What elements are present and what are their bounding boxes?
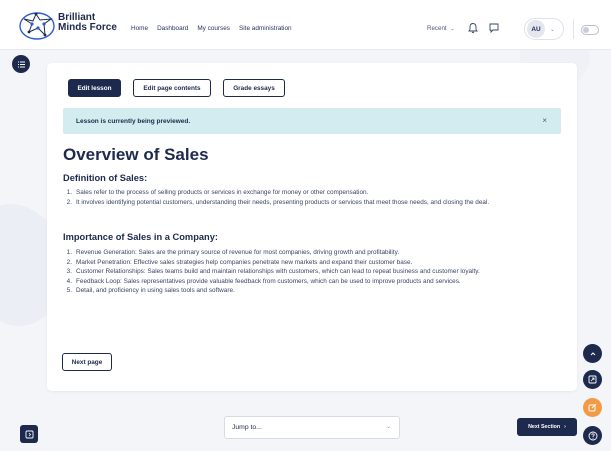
next-section-label: Next Section [528, 424, 561, 430]
close-icon[interactable]: × [542, 116, 547, 125]
list-item: 2. Market Penetration: Effective sales st… [66, 258, 413, 266]
importance-list: 1. Revenue Generation: Sales are the prim… [63, 248, 549, 296]
chevron-down-icon: ⌄ [550, 26, 556, 33]
nav-site-administration[interactable]: Site administration [239, 25, 292, 32]
list-item: 1. Sales refer to the process of selling … [66, 189, 369, 196]
nav-my-courses[interactable]: My courses [197, 25, 230, 32]
chevron-down-icon: ⌄ [385, 424, 391, 430]
page-title: Overview of Sales [63, 145, 209, 164]
jump-to-value: Jump to... [232, 424, 262, 431]
edit-page-contents-button[interactable]: Edit page contents [133, 79, 211, 97]
fullscreen-button[interactable] [583, 370, 602, 389]
section-heading: Definition of Sales: [63, 173, 148, 183]
list-item: 1. Revenue Generation: Sales are the prim… [66, 249, 400, 256]
alert-text: Lesson is currently being previewed. [76, 117, 191, 125]
brain-logo-icon[interactable] [18, 10, 56, 42]
section-heading: Importance of Sales in a Company: [63, 232, 218, 242]
help-icon [588, 431, 597, 440]
block-drawer-toggle[interactable] [20, 425, 38, 443]
nav-home[interactable]: Home [131, 25, 148, 32]
nav-dashboard[interactable]: Dashboard [157, 25, 188, 32]
grade-essays-button[interactable]: Grade essays [223, 79, 285, 97]
definition-list: 1. Sales refer to the process of selling … [63, 188, 549, 207]
chevron-up-icon [590, 351, 595, 355]
recent-dropdown[interactable]: Recent ⌄ [427, 25, 455, 32]
edit-mode-toggle[interactable] [581, 25, 599, 35]
list-item: 5. Detail, and proficiency in using sales… [66, 287, 235, 295]
menu-icon [17, 61, 25, 67]
edit-lesson-button[interactable]: Edit lesson [68, 79, 121, 97]
course-index-toggle[interactable] [12, 55, 30, 73]
jump-to-select[interactable]: Jump to... ⌄ [224, 416, 400, 439]
primary-nav: Home Dashboard My courses Site administr… [131, 25, 292, 32]
next-page-button[interactable]: Next page [62, 353, 112, 371]
preview-alert: Lesson is currently being previewed. × [63, 108, 561, 134]
edit-button[interactable] [583, 398, 602, 417]
lesson-card: Edit lesson Edit page contents Grade ess… [47, 63, 577, 391]
user-menu[interactable]: AU ⌄ [524, 18, 564, 40]
brand-name[interactable]: Brilliant Minds Force [58, 13, 117, 34]
list-item: 4. Feedback Loop: Sales representatives p… [66, 277, 461, 285]
help-button[interactable] [583, 426, 602, 445]
brand-line-2: Minds Force [58, 22, 117, 33]
recent-label: Recent [427, 25, 447, 32]
next-section-button[interactable]: Next Section › [517, 418, 577, 436]
list-item: 2. It involves identifying potential cust… [66, 198, 490, 206]
edit-icon [588, 403, 597, 412]
chevron-down-icon: ⌄ [450, 26, 455, 32]
chat-icon[interactable] [488, 22, 500, 34]
divider [573, 19, 574, 39]
scroll-top-button[interactable] [583, 344, 602, 363]
bell-icon[interactable] [467, 22, 479, 34]
list-item: 3. Customer Relationships: Sales teams bu… [66, 268, 480, 276]
sidebar-toggle-icon [25, 430, 33, 438]
avatar: AU [527, 20, 545, 38]
fullscreen-icon [588, 375, 597, 384]
chevron-right-icon: › [564, 424, 566, 430]
top-navbar: Brilliant Minds Force Home Dashboard My … [0, 0, 611, 50]
